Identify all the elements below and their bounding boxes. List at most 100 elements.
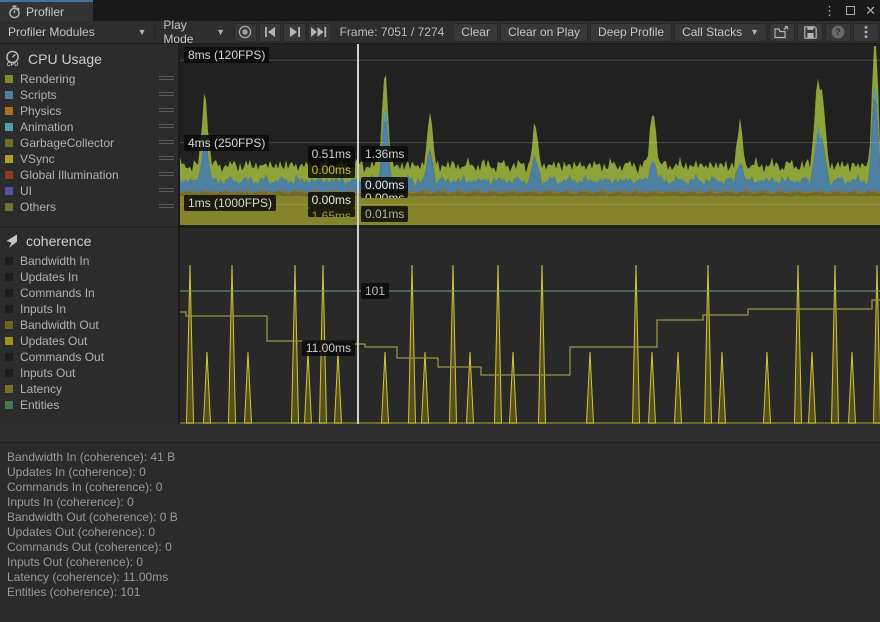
legend-label: Latency xyxy=(20,382,62,396)
stat-line: Updates Out (coherence): 0 xyxy=(7,525,880,540)
clear-on-play-button[interactable]: Clear on Play xyxy=(500,23,588,42)
legend-color-chip xyxy=(5,273,13,281)
next-frame-button[interactable] xyxy=(283,23,306,42)
legend-item-others[interactable]: Others xyxy=(0,199,178,215)
save-floppy-icon xyxy=(804,26,817,39)
prev-frame-button[interactable] xyxy=(259,23,282,42)
chevron-down-icon: ▼ xyxy=(216,28,225,37)
frame-value-label: 0.00ms xyxy=(308,192,355,208)
kebab-menu-icon xyxy=(864,25,868,39)
frame-counter: Frame: 7051 / 7274 xyxy=(332,25,453,39)
deep-profile-button[interactable]: Deep Profile xyxy=(590,23,672,42)
drag-handle-icon[interactable] xyxy=(159,92,174,98)
legend-item-vsync[interactable]: VSync xyxy=(0,151,178,167)
legend-label: Rendering xyxy=(20,72,75,86)
legend-item-updates-out[interactable]: Updates Out xyxy=(0,333,178,349)
legend-label: Bandwidth Out xyxy=(20,318,99,332)
legend-item-inputs-in[interactable]: Inputs In xyxy=(0,301,178,317)
legend-item-commands-in[interactable]: Commands In xyxy=(0,285,178,301)
legend-color-chip xyxy=(5,123,13,131)
module-header-coherence[interactable]: coherence xyxy=(0,227,178,253)
load-profile-button[interactable] xyxy=(769,23,795,42)
legend-color-chip xyxy=(5,203,13,211)
legend-color-chip xyxy=(5,353,13,361)
frame-value-label: 1.65ms xyxy=(308,208,355,217)
legend-label: GarbageCollector xyxy=(20,136,114,150)
stat-line: Bandwidth In (coherence): 41 B xyxy=(7,450,880,465)
module-title: CPU Usage xyxy=(28,51,102,67)
stat-line: Inputs In (coherence): 0 xyxy=(7,495,880,510)
svg-text:CPU: CPU xyxy=(7,62,18,67)
legend-color-chip xyxy=(5,305,13,313)
stat-line: Entities (coherence): 101 xyxy=(7,585,880,600)
profiler-modules-dropdown[interactable]: Profiler Modules ▼ xyxy=(0,21,155,44)
close-icon[interactable]: ✕ xyxy=(865,3,876,19)
drag-handle-icon[interactable] xyxy=(159,188,174,194)
legend-label: Inputs Out xyxy=(20,366,75,380)
cpu-usage-chart[interactable]: 8ms (120FPS)4ms (250FPS)1ms (1000FPS)0.5… xyxy=(180,44,880,226)
legend-item-bandwidth-in[interactable]: Bandwidth In xyxy=(0,253,178,269)
frame-value-label: 1.36ms xyxy=(361,146,408,162)
drag-handle-icon[interactable] xyxy=(159,156,174,162)
legend-color-chip xyxy=(5,107,13,115)
tab-title: Profiler xyxy=(26,5,64,19)
profiler-modules-label: Profiler Modules xyxy=(8,25,95,39)
legend-item-latency[interactable]: Latency xyxy=(0,381,178,397)
legend-item-scripts[interactable]: Scripts xyxy=(0,87,178,103)
coherence-stats-panel: Bandwidth In (coherence): 41 BUpdates In… xyxy=(0,444,880,622)
legend-item-animation[interactable]: Animation xyxy=(0,119,178,135)
drag-handle-icon[interactable] xyxy=(159,140,174,146)
drag-handle-icon[interactable] xyxy=(159,124,174,130)
legend-item-updates-in[interactable]: Updates In xyxy=(0,269,178,285)
chart-area: 8ms (120FPS)4ms (250FPS)1ms (1000FPS)0.5… xyxy=(180,44,880,424)
legend-item-inputs-out[interactable]: Inputs Out xyxy=(0,365,178,381)
selected-frame-line[interactable] xyxy=(357,44,359,424)
record-icon xyxy=(238,25,252,39)
legend-color-chip xyxy=(5,139,13,147)
clear-button[interactable]: Clear xyxy=(453,23,498,42)
window-menu-icon[interactable]: ⋮ xyxy=(823,3,836,19)
legend-item-global-illumination[interactable]: Global Illumination xyxy=(0,167,178,183)
stat-line: Latency (coherence): 11.00ms xyxy=(7,570,880,585)
save-profile-button[interactable] xyxy=(797,23,823,42)
context-menu-button[interactable] xyxy=(853,23,879,42)
cpu-gauge-icon: CPU xyxy=(4,50,21,67)
legend-label: Commands Out xyxy=(20,350,104,364)
tab-profiler[interactable]: Profiler xyxy=(0,0,93,21)
legend-color-chip xyxy=(5,91,13,99)
help-button[interactable]: ? xyxy=(825,23,851,42)
drag-handle-icon[interactable] xyxy=(159,76,174,82)
legend-item-physics[interactable]: Physics xyxy=(0,103,178,119)
record-button[interactable] xyxy=(234,23,257,42)
play-mode-dropdown[interactable]: Play Mode ▼ xyxy=(155,21,233,44)
play-mode-label: Play Mode xyxy=(163,18,210,46)
legend-label: Scripts xyxy=(20,88,57,102)
legend-label: Entities xyxy=(20,398,59,412)
legend-item-commands-out[interactable]: Commands Out xyxy=(0,349,178,365)
module-row-divider xyxy=(0,226,178,228)
call-stacks-button[interactable]: Call Stacks ▼ xyxy=(674,23,767,42)
legend-item-rendering[interactable]: Rendering xyxy=(0,71,178,87)
coherence-chart[interactable]: 10111.00ms xyxy=(180,228,880,424)
maximize-icon[interactable] xyxy=(846,6,855,15)
profiler-content: CPU CPU Usage Rendering ScriptsPhysicsAnima… xyxy=(0,44,880,424)
legend-item-entities[interactable]: Entities xyxy=(0,397,178,413)
legend-color-chip xyxy=(5,75,13,83)
module-header-cpu-usage[interactable]: CPU CPU Usage xyxy=(0,44,178,71)
legend-item-garbagecollector[interactable]: GarbageCollector xyxy=(0,135,178,151)
current-frame-button[interactable] xyxy=(308,23,331,42)
drag-handle-icon[interactable] xyxy=(159,204,174,210)
frame-value-label: 0.01ms xyxy=(361,206,408,222)
drag-handle-icon[interactable] xyxy=(159,108,174,114)
legend-label: VSync xyxy=(20,152,55,166)
legend-color-chip xyxy=(5,369,13,377)
legend-label: Global Illumination xyxy=(20,168,119,182)
legend-item-bandwidth-out[interactable]: Bandwidth Out xyxy=(0,317,178,333)
modules-sidebar: CPU CPU Usage Rendering ScriptsPhysicsAnima… xyxy=(0,44,178,424)
call-stacks-label: Call Stacks xyxy=(682,25,742,39)
legend-label: UI xyxy=(20,184,32,198)
legend-color-chip xyxy=(5,257,13,265)
legend-item-ui[interactable]: UI xyxy=(0,183,178,199)
drag-handle-icon[interactable] xyxy=(159,172,174,178)
legend-color-chip xyxy=(5,321,13,329)
